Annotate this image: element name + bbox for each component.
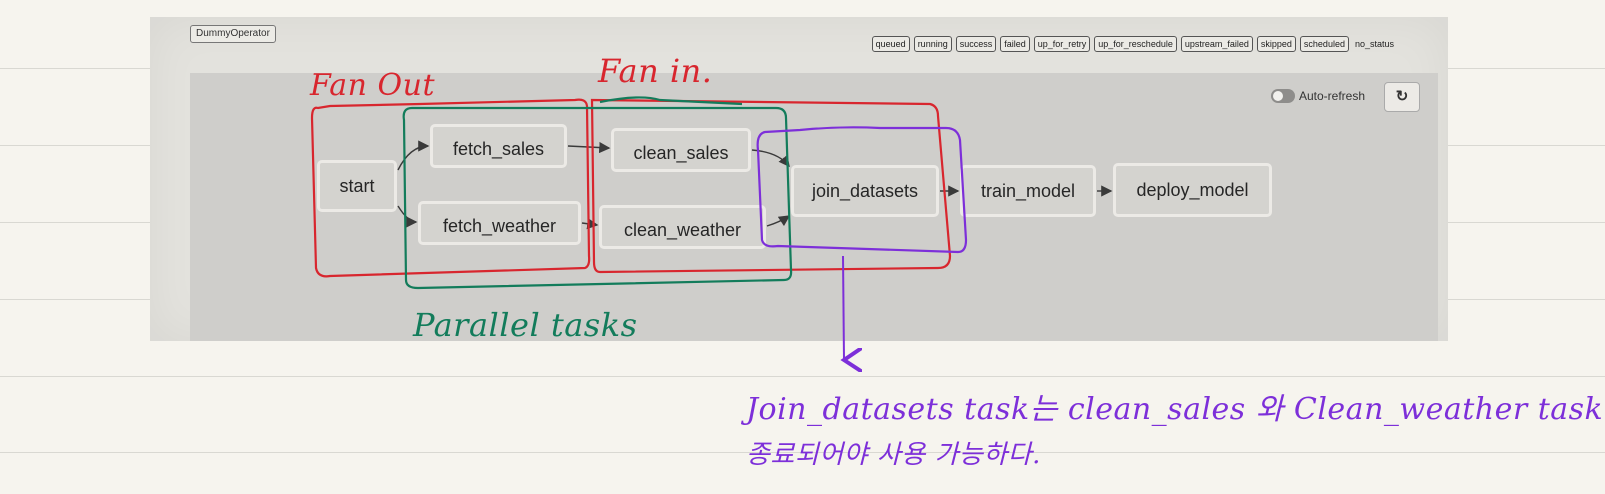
legend-state: running [913, 36, 952, 52]
node-start[interactable]: start [317, 160, 397, 212]
legend-state: success [955, 36, 997, 52]
toggle-switch-icon [1271, 89, 1295, 103]
legend-state: scheduled [1299, 36, 1349, 52]
node-fetch-weather[interactable]: fetch_weather [418, 201, 581, 245]
node-train-model[interactable]: train_model [960, 165, 1096, 217]
legend-state: up_for_reschedule [1094, 36, 1177, 52]
node-deploy-model[interactable]: deploy_model [1113, 163, 1272, 217]
legend-state: failed [1000, 36, 1030, 52]
fan-out-label: Fan Out [310, 68, 435, 103]
parallel-tasks-label: Parallel tasks [413, 306, 638, 344]
auto-refresh-toggle[interactable]: Auto-refresh [1271, 89, 1365, 103]
legend-no-status: no_status [1354, 39, 1394, 49]
refresh-icon: ↻ [1395, 88, 1409, 105]
node-clean-weather[interactable]: clean_weather [599, 205, 766, 249]
join-note-line2: 종료되어야 사용 가능하다. [746, 440, 1041, 470]
fan-in-label: Fan in. [598, 52, 713, 90]
auto-refresh-label: Auto-refresh [1299, 89, 1366, 103]
node-join-datasets[interactable]: join_datasets [791, 165, 939, 217]
legend-state: skipped [1256, 36, 1296, 52]
operator-chip: DummyOperator [190, 25, 276, 43]
node-fetch-sales[interactable]: fetch_sales [430, 124, 567, 168]
legend-state: upstream_failed [1180, 36, 1253, 52]
legend-state: up_for_retry [1033, 36, 1091, 52]
node-clean-sales[interactable]: clean_sales [611, 128, 751, 172]
legend-state: queued [871, 36, 910, 52]
state-legend: queued running success failed up_for_ret… [871, 36, 1394, 52]
refresh-button[interactable]: ↻ [1384, 82, 1420, 112]
ruled-line [0, 376, 1605, 377]
join-note-line1: Join_datasets task는 clean_sales 와 Clean_… [746, 392, 1605, 427]
